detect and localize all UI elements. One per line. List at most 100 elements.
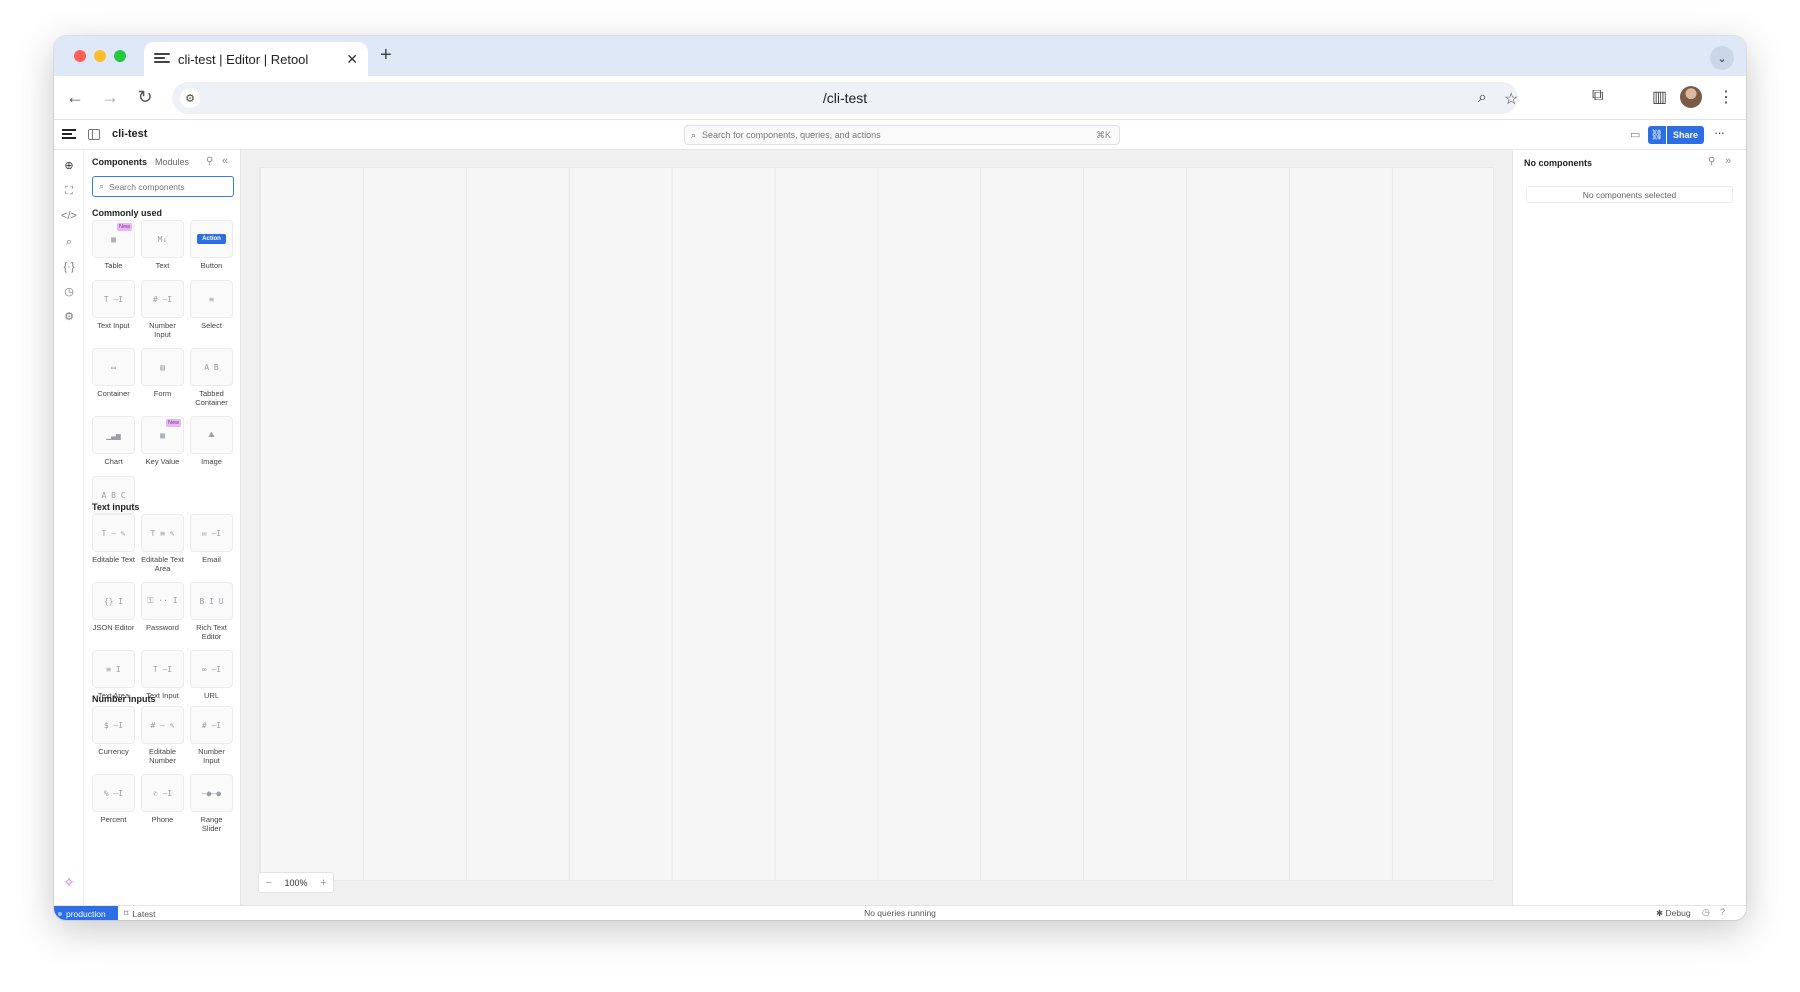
pin-panel-icon[interactable]: ⚲ [206, 156, 213, 167]
component-tile-rich-text-editor[interactable]: B I U Rich Text Editor [190, 582, 233, 650]
browser-menu-icon[interactable]: ⋮ [1718, 87, 1734, 107]
component-tile-editable-number[interactable]: # — ✎ Editable Number [141, 706, 184, 774]
forward-arrow-icon[interactable]: → [99, 87, 121, 108]
component-tile-email[interactable]: ✉ —I Email [190, 514, 233, 574]
history-status-icon[interactable]: ◷ [1702, 907, 1710, 918]
tab-search-chevron-icon[interactable]: ⌄ [1710, 46, 1734, 70]
component-tile-chart[interactable]: ▁▃▅ Chart [92, 416, 135, 476]
range-slider-icon: —●—● [190, 774, 233, 812]
component-label: Text Input [97, 321, 130, 330]
component-tile-percent[interactable]: % —I Percent [92, 774, 135, 834]
side-panel-icon[interactable]: ▥ [1652, 87, 1667, 107]
rich-text-editor-icon: B I U [190, 582, 233, 620]
json-editor-icon: {} I [92, 582, 135, 620]
zoom-out-button[interactable]: − [265, 877, 271, 889]
component-thumb: ✆ —I [152, 788, 173, 798]
app-name[interactable]: cli-test [112, 128, 147, 140]
preview-icon[interactable]: ▭ [1630, 128, 1640, 141]
component-tile-url[interactable]: ∞ —I URL [190, 650, 233, 710]
toggle-panels-icon[interactable] [88, 129, 100, 140]
search-icon: ⌕ [691, 129, 697, 140]
app-canvas[interactable] [259, 167, 1494, 881]
component-label: Key Value [145, 457, 180, 466]
bookmark-star-icon[interactable]: ☆ [1504, 89, 1518, 109]
search-rail-icon[interactable]: ⌕ [61, 234, 77, 250]
component-label: Email [202, 555, 221, 564]
component-label: Range Slider [200, 815, 223, 833]
profile-avatar[interactable] [1680, 86, 1702, 108]
minimize-window-button[interactable] [94, 50, 106, 62]
add-component-icon[interactable]: ⊕ [61, 158, 77, 174]
help-icon[interactable]: ? [1720, 907, 1725, 917]
component-thumb: A B C [101, 490, 126, 500]
component-tile-json-editor[interactable]: {} I JSON Editor [92, 582, 135, 642]
more-options-icon[interactable]: ··· [1714, 125, 1725, 140]
component-tile-select[interactable]: ≡ Select [190, 280, 233, 340]
component-thumb: T ≡ ✎ [150, 528, 175, 538]
zoom-in-button[interactable]: + [320, 877, 326, 889]
code-icon[interactable]: </> [61, 208, 77, 224]
inspector-empty-state: No components selected [1526, 186, 1733, 203]
share-button[interactable]: Share [1667, 126, 1704, 144]
form-icon: ▤ [141, 348, 184, 386]
tree-icon[interactable]: ⛶ [61, 183, 77, 199]
component-tile-tabbed-container[interactable]: A B Tabbed Container [190, 348, 233, 416]
component-tile-editable-text-area[interactable]: T ≡ ✎ Editable Text Area [141, 514, 184, 582]
tab-modules[interactable]: Modules [155, 157, 189, 167]
editor-header: cli-test ⌕ Search for components, querie… [54, 120, 1746, 150]
copy-link-icon[interactable]: ⛓ [1648, 126, 1666, 144]
search-shortcut: ⌘K [1095, 130, 1111, 140]
new-tab-button[interactable]: + [380, 44, 392, 67]
history-icon[interactable]: ◷ [61, 284, 77, 300]
component-tile-number-input[interactable]: # —I Number Input [141, 280, 184, 348]
component-tile-number-input[interactable]: # —I Number Input [190, 706, 233, 774]
component-thumb: ▤ [160, 362, 165, 372]
component-thumb: {} I [103, 596, 124, 606]
component-tile-text[interactable]: M↓ Text [141, 220, 184, 280]
state-braces-icon[interactable]: {·} [61, 259, 77, 275]
bug-icon: ✱ [1656, 908, 1664, 918]
component-label: Chart [104, 457, 123, 466]
component-label: Select [201, 321, 222, 330]
address-bar[interactable]: ⚙ /cli-test ⌕ ☆ [172, 82, 1518, 114]
text-area-icon: ≡ I [92, 650, 135, 688]
component-tile-range-slider[interactable]: —●—● Range Slider [190, 774, 233, 842]
maximize-window-button[interactable] [114, 50, 126, 62]
extensions-puzzle-icon[interactable]: ⧉ [1592, 87, 1603, 105]
canvas-area: − 100% + [241, 150, 1512, 905]
reload-icon[interactable]: ↻ [134, 87, 156, 108]
table-icon: ▦ New [92, 220, 135, 258]
pin-inspector-icon[interactable]: ⚲ [1708, 156, 1715, 167]
component-tile-form[interactable]: ▤ Form [141, 348, 184, 408]
zoom-value[interactable]: 100% [284, 878, 307, 888]
browser-tab-strip: cli-test | Editor | Retool ✕ + ⌄ [54, 36, 1746, 76]
component-tile-key-value[interactable]: ▦ New Key Value [141, 416, 184, 476]
global-search-input[interactable]: ⌕ Search for components, queries, and ac… [684, 125, 1120, 145]
debug-button[interactable]: ✱ Debug [1656, 908, 1691, 919]
component-tile-table[interactable]: ▦ New Table [92, 220, 135, 280]
component-tile-password[interactable]: ⚿ ·· I Password [141, 582, 184, 642]
component-label: Text [155, 261, 170, 270]
tab-components[interactable]: Components [92, 157, 147, 167]
retool-menu-icon[interactable] [62, 129, 76, 141]
collapse-panel-icon[interactable]: « [222, 155, 228, 167]
browser-tab[interactable]: cli-test | Editor | Retool ✕ [144, 42, 368, 76]
collapse-inspector-icon[interactable]: » [1725, 155, 1731, 167]
component-tile-image[interactable]: ⛰ Image [190, 416, 233, 476]
component-tile-editable-text[interactable]: T — ✎ Editable Text [92, 514, 135, 582]
zoom-magnifier-icon[interactable]: ⌕ [1478, 89, 1487, 107]
component-tile-text-input[interactable]: T —I Text Input [92, 280, 135, 340]
component-label: URL [203, 691, 219, 700]
close-window-button[interactable] [74, 50, 86, 62]
component-search-field[interactable]: ⌕ [92, 176, 234, 197]
component-tile-button[interactable]: Action Button [190, 220, 233, 280]
component-tile-container[interactable]: ▭ Container [92, 348, 135, 408]
ai-sparkle-icon[interactable]: ✧ [61, 874, 77, 890]
component-tile-currency[interactable]: $ —I Currency [92, 706, 135, 766]
settings-gear-icon[interactable]: ⚙ [61, 309, 77, 325]
component-tile-phone[interactable]: ✆ —I Phone [141, 774, 184, 834]
close-tab-icon[interactable]: ✕ [346, 51, 358, 68]
text-input-icon-2: T —I [141, 650, 184, 688]
component-search-input[interactable] [109, 181, 220, 192]
back-arrow-icon[interactable]: ← [64, 87, 86, 108]
